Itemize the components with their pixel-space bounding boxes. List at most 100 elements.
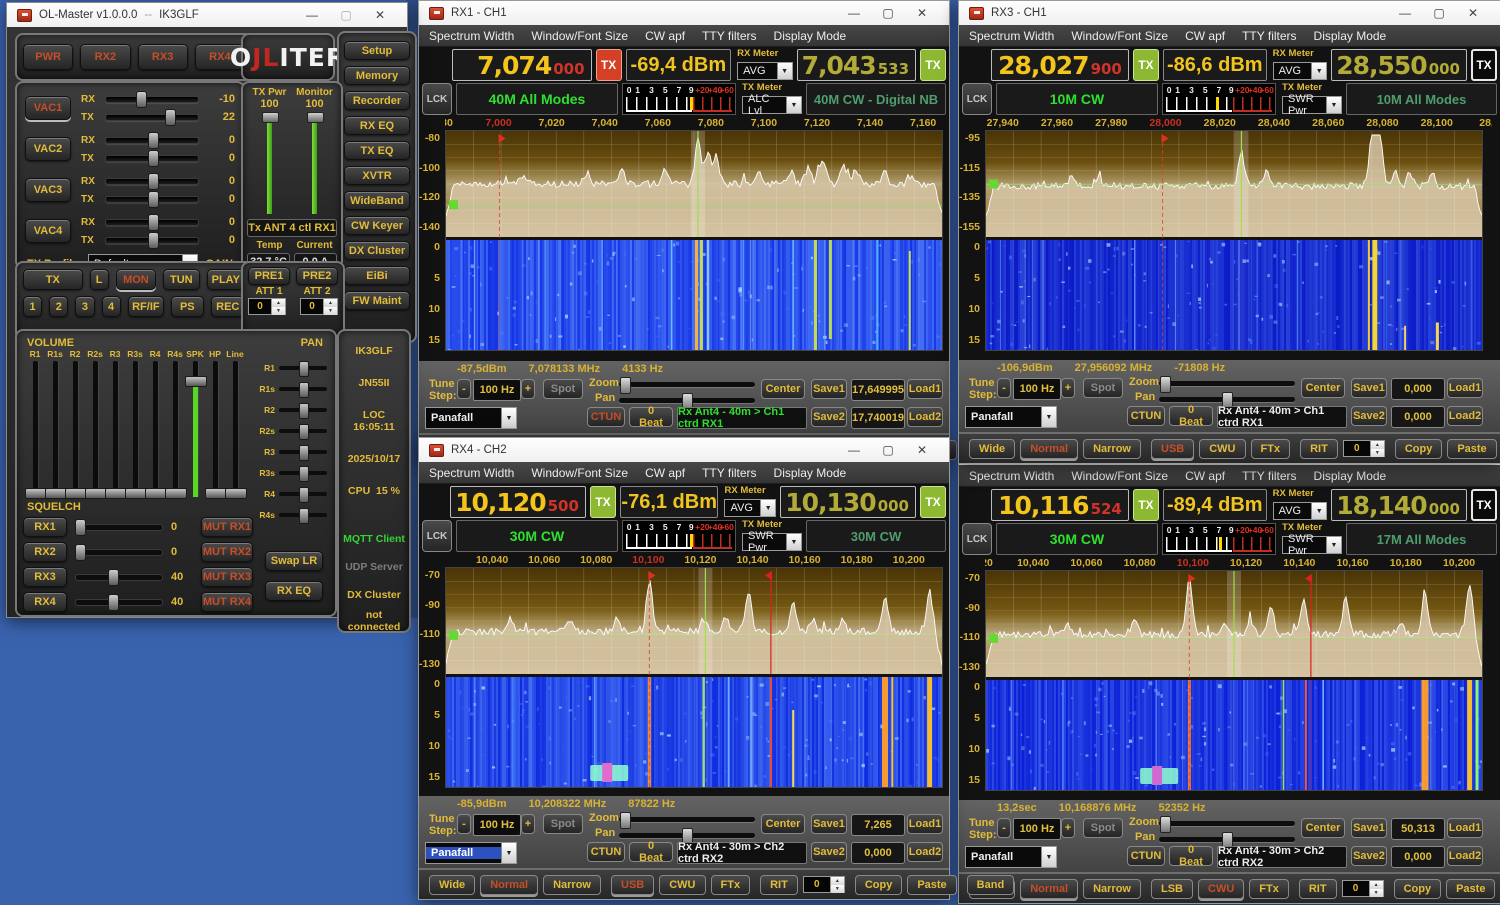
side-button[interactable]: Memory [344,66,410,85]
mute-button[interactable]: MUT RX1 [201,517,253,537]
menu-item[interactable]: Display Mode [1314,29,1387,43]
ctun-button[interactable]: CTUN [1127,406,1165,426]
volume-fader[interactable]: R3 [105,349,125,497]
spot-button[interactable]: Spot [543,814,583,834]
chevron-down-icon[interactable]: ▼ [1311,503,1326,519]
lock-button[interactable]: LCK [422,83,452,115]
vac-tx-slider[interactable] [105,155,199,162]
vfo-b-frequency[interactable]: 28,550000 [1331,49,1467,81]
vac-button[interactable]: VAC2 [25,137,71,161]
menu-item[interactable]: TTY filters [1242,469,1296,483]
menu-item[interactable]: Spectrum Width [429,29,514,43]
zoom-slider[interactable] [1159,821,1295,826]
vfo-b-band-display[interactable]: 40M CW - Digital NB [806,83,946,115]
chevron-down-icon[interactable]: ▼ [501,408,516,428]
att1-stepper[interactable]: 0▲▼ [248,298,286,315]
close-icon[interactable]: ✕ [1456,1,1490,25]
mode-button[interactable]: MON [116,269,156,290]
vac-rx-slider[interactable] [105,219,199,226]
filter-width-button[interactable]: Normal [1020,439,1078,459]
menu-item[interactable]: TTY filters [702,466,756,480]
rit-stepper[interactable]: 0▲▼ [1343,440,1385,457]
step-minus-button[interactable]: - [457,814,471,834]
vac-rx-slider[interactable] [105,96,199,103]
spot-button[interactable]: Spot [1083,818,1123,838]
rit-button[interactable]: RIT [1300,439,1338,459]
vfo-b-tx-button[interactable]: TX [1471,49,1497,81]
step-plus-button[interactable]: + [1061,378,1075,398]
chevron-down-icon[interactable]: ▼ [1041,847,1056,867]
vfo-b-band-display[interactable]: 30M CW [806,520,946,552]
menu-item[interactable]: Window/Font Size [1071,29,1168,43]
menu-item[interactable]: Window/Font Size [531,466,628,480]
copy-button[interactable]: Copy [855,875,903,895]
chevron-down-icon[interactable]: ▼ [760,500,775,516]
squelch-rx-button[interactable]: RX2 [23,542,67,562]
paste-button[interactable]: Paste [907,875,956,895]
mode-select-button[interactable]: CWU [1198,879,1244,899]
rit-button[interactable]: RIT [1299,879,1337,899]
mode-select-button[interactable]: CWU [1199,439,1245,459]
step-minus-button[interactable]: - [997,378,1011,398]
load2-button[interactable]: Load2 [907,842,943,862]
squelch-slider[interactable] [75,524,163,531]
copy-button[interactable]: Copy [1394,879,1442,899]
vac-button[interactable]: VAC3 [25,178,71,202]
vac-tx-slider[interactable] [105,196,199,203]
tune-step-value[interactable]: 100 Hz [473,379,521,401]
side-button[interactable]: Setup [344,41,410,60]
band-button[interactable]: Band [967,875,1015,895]
zero-beat-button[interactable]: 0 Beat [629,407,673,427]
ctun-button[interactable]: CTUN [1127,846,1165,866]
save1-button[interactable]: Save1 [1351,818,1387,838]
display-mode-select[interactable]: Panafall▼ [965,846,1057,868]
vfo-b-tx-button[interactable]: TX [920,486,946,518]
step-plus-button[interactable]: + [1061,818,1075,838]
minimize-icon[interactable]: — [295,3,329,27]
monitor-slider[interactable] [312,112,317,214]
squelch-rx-button[interactable]: RX3 [23,567,67,587]
spectrum-waterfall[interactable] [985,130,1483,351]
volume-fader[interactable]: R1s [45,349,65,497]
zero-beat-button[interactable]: 0 Beat [1169,406,1213,426]
mode-button[interactable]: PLAY [207,269,245,290]
rx-meter-select[interactable]: AVG▼ [1273,502,1328,520]
pan-slider-row[interactable]: R3 [255,441,327,462]
menu-item[interactable]: CW apf [645,466,685,480]
menu-item[interactable]: Display Mode [774,466,847,480]
menu-item[interactable]: Display Mode [1314,469,1387,483]
maximize-icon[interactable]: ▢ [871,1,905,25]
paste-button[interactable]: Paste [1447,439,1496,459]
pan-slider[interactable] [1159,837,1295,842]
side-button[interactable]: RX EQ [344,116,410,135]
mode-button[interactable]: L [90,269,109,290]
vfo-b-band-display[interactable]: 10M All Modes [1346,83,1497,115]
step-minus-button[interactable]: - [997,818,1011,838]
mode-button[interactable]: 2 [49,296,68,317]
mode-select-button[interactable]: FTx [1251,439,1291,459]
filter-width-button[interactable]: Normal [480,875,538,895]
side-button[interactable]: CW Keyer [344,216,410,235]
menu-item[interactable]: CW apf [645,29,685,43]
filter-width-button[interactable]: Normal [1020,879,1078,899]
rx-titlebar[interactable]: RX3 - CH1 — ▢ ✕ [959,1,1500,25]
band-mode-display[interactable]: 10M CW [996,83,1158,115]
mute-button[interactable]: MUT RX2 [201,542,253,562]
volume-fader[interactable]: HP [205,349,225,497]
zoom-slider[interactable] [619,382,755,387]
rit-button[interactable]: RIT [760,875,798,895]
load2-button[interactable]: Load2 [1447,406,1483,426]
filter-width-button[interactable]: Wide [429,875,475,895]
menu-item[interactable]: CW apf [1185,469,1225,483]
squelch-slider[interactable] [75,549,163,556]
lock-button[interactable]: LCK [962,523,992,555]
load1-button[interactable]: Load1 [907,814,943,834]
tune-step-value[interactable]: 100 Hz [1013,818,1061,840]
vfo-b-tx-button[interactable]: TX [1471,489,1497,521]
load1-button[interactable]: Load1 [907,379,943,399]
mode-button[interactable]: 3 [75,296,94,317]
lock-button[interactable]: LCK [962,83,992,115]
save1-button[interactable]: Save1 [811,814,847,834]
tx-meter-select[interactable]: SWR Pwr▼ [1282,96,1342,114]
att2-stepper[interactable]: 0▲▼ [300,298,338,315]
